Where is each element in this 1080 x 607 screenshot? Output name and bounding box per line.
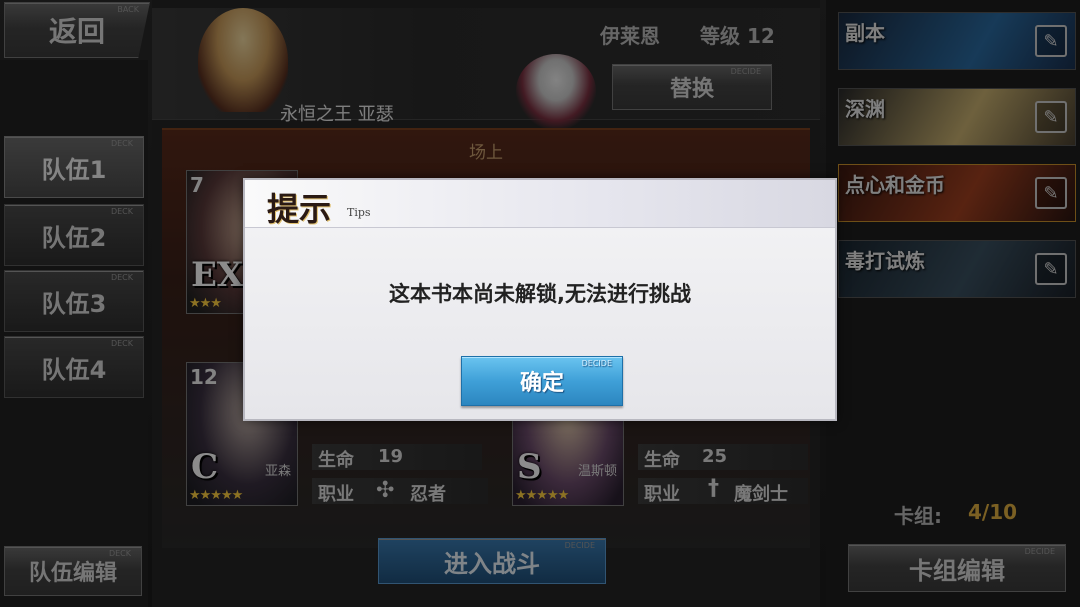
tips-dialog: 提示 Tips 这本书本尚未解锁,无法进行挑战 确定 DECIDE <box>243 178 837 421</box>
dialog-header: 提示 Tips <box>245 180 835 228</box>
dialog-message: 这本书本尚未解锁,无法进行挑战 <box>389 282 691 306</box>
dialog-subtitle: Tips <box>347 206 371 219</box>
confirm-button[interactable]: 确定 DECIDE <box>461 356 623 406</box>
dialog-title: 提示 <box>267 190 332 228</box>
confirm-label: 确定 <box>519 371 564 396</box>
confirm-tag: DECIDE <box>581 359 612 368</box>
